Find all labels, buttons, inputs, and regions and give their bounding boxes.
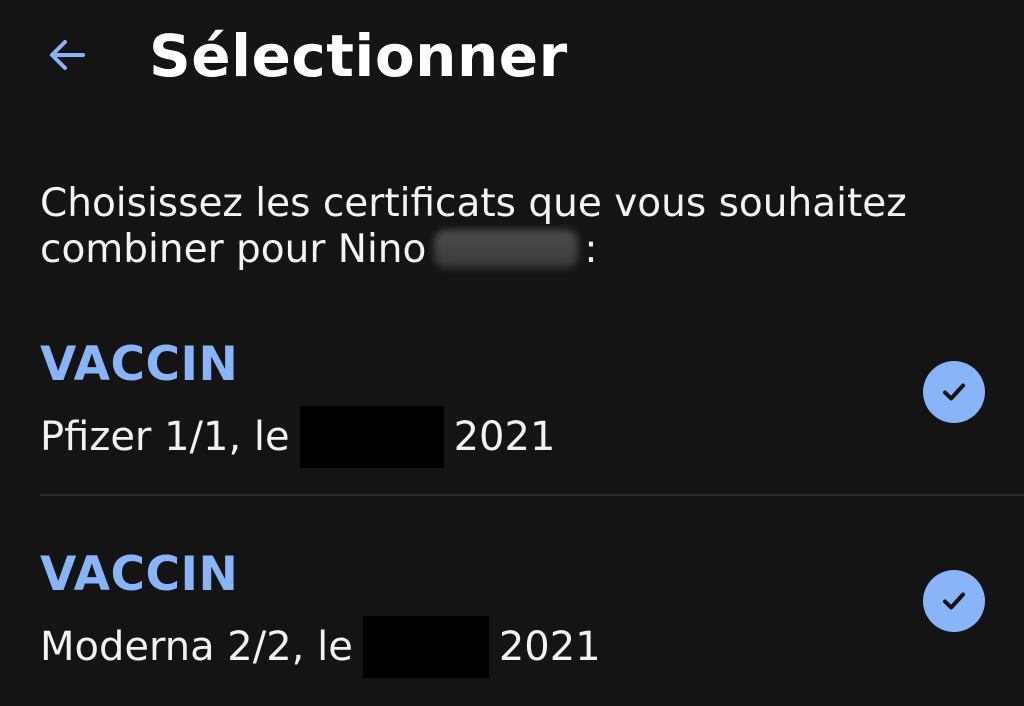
redacted-date xyxy=(362,616,489,678)
instruction-line-2: combiner pour Nino: xyxy=(40,227,980,273)
certificate-type: VACCIN xyxy=(40,337,239,392)
redacted-last-name xyxy=(434,230,579,268)
redacted-date xyxy=(299,406,444,468)
instruction-line-1: Choisissez les certificats que vous souh… xyxy=(40,181,907,226)
list-divider xyxy=(40,494,1024,496)
arrow-left-icon xyxy=(50,40,85,70)
certificate-detail-prefix: Moderna 2/2, le xyxy=(40,624,353,670)
instruction-line-2-prefix: combiner pour Nino xyxy=(40,227,427,272)
check-circle-icon[interactable] xyxy=(923,570,985,632)
app-bar: Sélectionner xyxy=(0,0,1024,120)
certificate-item-1[interactable]: VACCIN Pfizer 1/1, le 2021 xyxy=(40,333,1024,495)
certificate-detail-year: 2021 xyxy=(498,624,601,670)
certificate-detail: Moderna 2/2, le 2021 xyxy=(40,616,601,678)
check-circle-icon[interactable] xyxy=(923,361,985,423)
certificate-item-2[interactable]: VACCIN Moderna 2/2, le 2021 xyxy=(40,543,1024,705)
instruction-line-2-suffix: : xyxy=(584,227,598,272)
page-title: Sélectionner xyxy=(149,22,568,90)
certificate-detail-prefix: Pfizer 1/1, le xyxy=(40,414,290,460)
instruction-text: Choisissez les certificats que vous souh… xyxy=(40,181,980,273)
certificate-detail-year: 2021 xyxy=(453,414,556,460)
back-button[interactable] xyxy=(40,28,94,82)
certificate-detail: Pfizer 1/1, le 2021 xyxy=(40,406,555,468)
certificate-type: VACCIN xyxy=(40,547,239,602)
